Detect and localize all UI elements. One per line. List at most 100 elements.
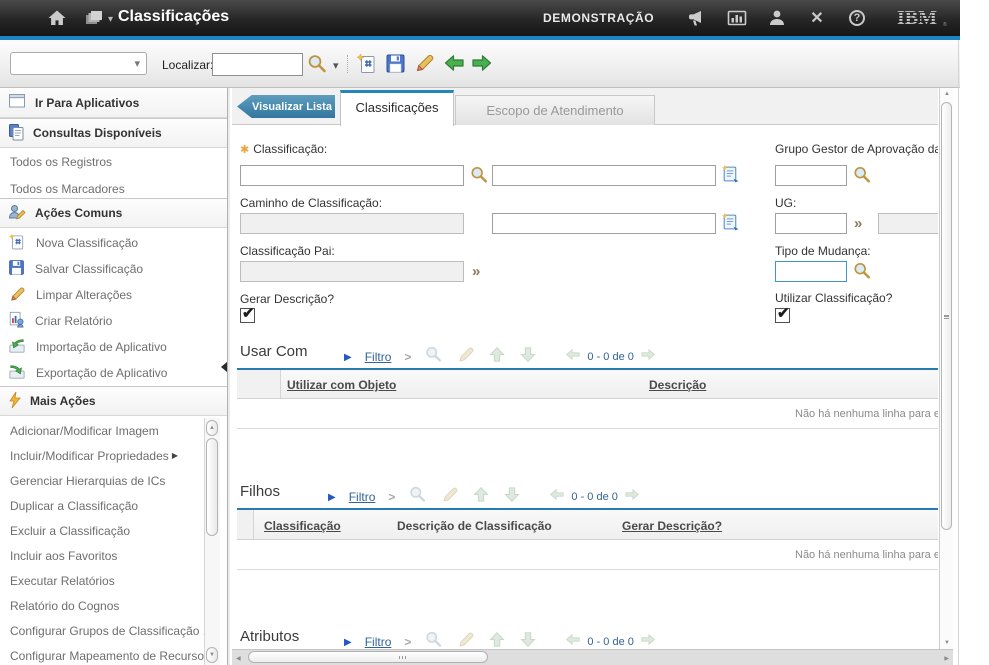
next-page-icon[interactable] <box>624 487 641 507</box>
query-select[interactable]: ▾ <box>10 52 147 75</box>
sidebar-collapse-handle[interactable] <box>221 362 227 372</box>
help-icon[interactable]: ? <box>846 9 868 27</box>
filter-expand-icon[interactable]: ▶ <box>328 492 336 503</box>
ug-detail-menu-icon[interactable]: » <box>854 216 861 231</box>
sidebar-item-salvar-classificacao[interactable]: Salvar Classificação <box>0 256 227 282</box>
new-record-icon[interactable] <box>356 53 378 80</box>
main-vertical-scrollbar[interactable]: ▲ ▼ <box>939 88 953 649</box>
prev-page-icon[interactable] <box>564 347 581 367</box>
move-up-icon[interactable] <box>472 486 490 508</box>
filhos-col-classificacao[interactable]: Classificação <box>264 519 341 533</box>
detail-menu-icon[interactable]: » <box>472 264 479 279</box>
move-down-icon[interactable] <box>519 346 537 368</box>
classificacao-descricao-input[interactable] <box>492 165 716 186</box>
next-page-icon[interactable] <box>640 347 657 367</box>
window-icon <box>8 93 27 112</box>
classificacao-search-icon[interactable] <box>469 165 489 190</box>
sidebar-item-todos-registros[interactable]: Todos os Registros <box>0 149 200 175</box>
sidebar-item-duplicar-classificacao[interactable]: Duplicar a Classificação <box>0 493 200 518</box>
scroll-down-icon[interactable]: ▼ <box>206 647 218 663</box>
ug-input[interactable] <box>775 213 847 234</box>
scroll-left-icon[interactable]: ◀ <box>236 655 241 662</box>
sidebar-section-more-actions[interactable]: Mais Ações <box>0 386 227 416</box>
sidebar-item-excluir-classificacao[interactable]: Excluir a Classificação <box>0 518 200 543</box>
sidebar-item-incluir-favoritos[interactable]: Incluir aos Favoritos <box>0 543 200 568</box>
sidebar-item-adicionar-imagem[interactable]: Adicionar/Modificar Imagem <box>0 418 200 443</box>
search-icon[interactable] <box>306 53 328 80</box>
main-horizontal-scrollbar[interactable]: ◀ ▶ <box>232 649 953 665</box>
sidebar-item-importacao-aplicativo[interactable]: Importação de Aplicativo <box>0 334 227 360</box>
search-rows-icon[interactable] <box>424 345 443 369</box>
sidebar-scroll-thumb[interactable] <box>206 438 218 536</box>
tipo-mudanca-search-icon[interactable] <box>852 261 872 286</box>
view-list-button[interactable]: Visualizar Lista <box>237 95 335 118</box>
long-description-icon[interactable] <box>721 164 740 189</box>
sidebar-item-criar-relatorio[interactable]: Criar Relatório <box>0 308 227 334</box>
scroll-down-icon[interactable]: ▼ <box>944 640 950 646</box>
sidebar-item-nova-classificacao[interactable]: Nova Classificação <box>0 230 227 256</box>
gerar-descricao-checkbox[interactable]: ✔ <box>240 308 255 323</box>
tab-escopo-atendimento[interactable]: Escopo de Atendimento <box>455 95 655 125</box>
usar-com-col-objeto[interactable]: Utilizar com Objeto <box>287 378 396 392</box>
grupo-gestor-input[interactable] <box>775 165 847 186</box>
reports-icon[interactable] <box>726 9 748 27</box>
prev-page-icon[interactable] <box>548 487 565 507</box>
sidebar-item-exportacao-aplicativo[interactable]: Exportação de Aplicativo <box>0 360 227 386</box>
grupo-gestor-search-icon[interactable] <box>852 165 872 190</box>
filhos-filter-link[interactable]: Filtro <box>349 490 376 504</box>
sidebar-item-relatorio-cognos[interactable]: Relatório do Cognos <box>0 593 200 618</box>
classificacao-pai-label: Classificação Pai: <box>240 244 335 258</box>
move-down-icon[interactable] <box>519 631 537 649</box>
scroll-up-icon[interactable]: ▲ <box>944 91 950 97</box>
atributos-filter-link[interactable]: Filtro <box>365 635 392 649</box>
sidebar-item-configurar-mapeamento[interactable]: Configurar Mapeamento de Recurso... <box>0 643 200 665</box>
usar-com-col-descricao[interactable]: Descrição <box>649 378 706 392</box>
prev-page-icon[interactable] <box>564 632 581 649</box>
home-icon[interactable] <box>46 9 68 27</box>
move-down-icon[interactable] <box>503 486 521 508</box>
edit-rows-icon[interactable] <box>440 486 459 508</box>
move-up-icon[interactable] <box>488 346 506 368</box>
search-rows-icon[interactable] <box>408 485 427 509</box>
search-rows-icon[interactable] <box>424 630 443 649</box>
filter-expand-icon[interactable]: ▶ <box>344 352 352 363</box>
long-description-icon[interactable] <box>721 212 740 237</box>
sign-out-icon[interactable]: ✕ <box>806 9 828 27</box>
classificacao-input[interactable] <box>240 165 464 186</box>
next-record-icon[interactable] <box>471 53 493 78</box>
previous-record-icon[interactable] <box>443 53 465 78</box>
vertical-scroll-thumb[interactable] <box>941 102 952 530</box>
sidebar-item-go-to-apps[interactable]: Ir Para Aplicativos <box>0 88 227 118</box>
utilizar-classificacao-checkbox[interactable]: ✔ <box>775 308 790 323</box>
scroll-right-icon[interactable]: ▶ <box>944 655 949 662</box>
move-up-icon[interactable] <box>488 631 506 649</box>
sidebar-item-incluir-propriedades[interactable]: Incluir/Modificar Propriedades ▶ <box>0 443 200 468</box>
clear-changes-icon[interactable] <box>413 53 435 78</box>
sidebar-section-common-actions[interactable]: Ações Comuns <box>0 198 227 228</box>
edit-rows-icon[interactable] <box>456 346 475 368</box>
filter-expand-icon[interactable]: ▶ <box>344 637 352 648</box>
go-to-apps-menu-icon[interactable] <box>84 9 106 27</box>
horizontal-scroll-thumb[interactable] <box>248 651 488 663</box>
caminho-descricao-input[interactable] <box>492 213 716 234</box>
search-input[interactable] <box>212 53 303 76</box>
sidebar-item-gerenciar-hierarquias[interactable]: Gerenciar Hierarquias de ICs <box>0 468 200 493</box>
tipo-mudanca-input[interactable] <box>775 261 847 282</box>
scroll-up-icon[interactable]: ▲ <box>206 420 218 436</box>
save-icon[interactable] <box>385 53 406 79</box>
edit-rows-icon[interactable] <box>456 631 475 649</box>
sidebar-scrollbar[interactable]: ▲ ▼ <box>204 418 220 665</box>
search-options-caret-icon[interactable]: ▾ <box>333 59 339 72</box>
sidebar-item-configurar-grupos[interactable]: Configurar Grupos de Classificação ... <box>0 618 200 643</box>
query-select-caret-icon[interactable]: ▾ <box>134 57 140 70</box>
sidebar-item-executar-relatorios[interactable]: Executar Relatórios <box>0 568 200 593</box>
next-page-icon[interactable] <box>640 632 657 649</box>
tab-classificacoes[interactable]: Classificações <box>340 90 454 126</box>
bulletins-icon[interactable] <box>686 9 708 27</box>
sidebar-section-queries[interactable]: Consultas Disponíveis <box>0 118 227 148</box>
sidebar-item-limpar-alteracoes[interactable]: Limpar Alterações <box>0 282 227 308</box>
apps-menu-caret-icon[interactable]: ▾ <box>108 14 113 25</box>
usar-com-filter-link[interactable]: Filtro <box>365 350 392 364</box>
filhos-col-gerar-descricao[interactable]: Gerar Descrição? <box>622 519 722 533</box>
profile-icon[interactable] <box>766 9 788 27</box>
